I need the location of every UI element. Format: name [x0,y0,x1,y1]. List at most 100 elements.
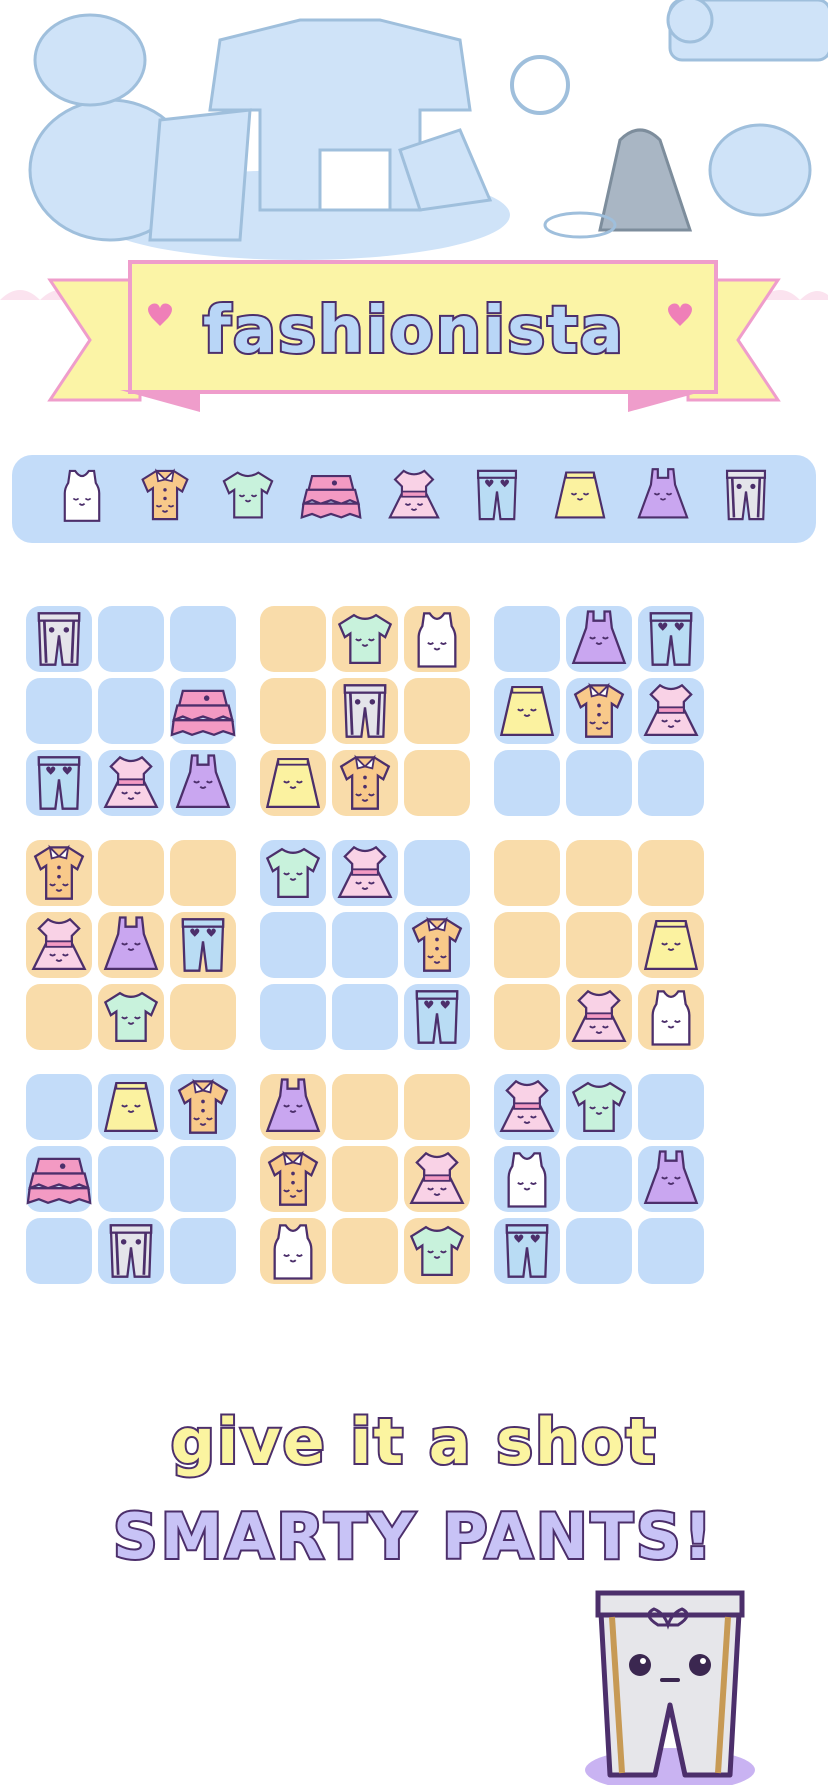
board-cell-r6-c4[interactable] [260,984,326,1050]
board-cell-r6-c7[interactable] [494,984,560,1050]
game-title: fashionista [201,292,625,370]
board-cell-r3-c6[interactable] [404,750,470,816]
board-cell-r1-c2[interactable] [98,606,164,672]
board-cell-r8-c8[interactable] [566,1146,632,1212]
board-cell-r7-c5[interactable] [332,1074,398,1140]
palette-piece-yellow-skirt[interactable] [549,464,611,534]
board-cell-r3-c5[interactable] [332,750,398,816]
board-cell-r2-c8[interactable] [566,678,632,744]
board-cell-r2-c1[interactable] [26,678,92,744]
board-cell-r2-c9[interactable] [638,678,704,744]
board-cell-r7-c3[interactable] [170,1074,236,1140]
board-cell-r2-c4[interactable] [260,678,326,744]
white-tank-top-icon [63,469,100,522]
board-cell-r6-c8[interactable] [566,984,632,1050]
board-cell-r8-c3[interactable] [170,1146,236,1212]
board-cell-r1-c7[interactable] [494,606,560,672]
yellow-skirt-icon [554,471,606,519]
board-cell-r7-c6[interactable] [404,1074,470,1140]
board-cell-r6-c5[interactable] [332,984,398,1050]
board-cell-r1-c9[interactable] [638,606,704,672]
board-cell-r2-c2[interactable] [98,678,164,744]
board-cell-r3-c9[interactable] [638,750,704,816]
board-cell-r4-c2[interactable] [98,840,164,906]
board-cell-r3-c7[interactable] [494,750,560,816]
board-cell-r5-c5[interactable] [332,912,398,978]
board-cell-r4-c9[interactable] [638,840,704,906]
board-cell-r8-c7[interactable] [494,1146,560,1212]
board-cell-r2-c6[interactable] [404,678,470,744]
palette-piece-mint-tshirt[interactable] [217,464,279,534]
board-cell-r8-c5[interactable] [332,1146,398,1212]
board-cell-r3-c8[interactable] [566,750,632,816]
board-cell-r4-c5[interactable] [332,840,398,906]
board-cell-r4-c3[interactable] [170,840,236,906]
board-cell-r6-c2[interactable] [98,984,164,1050]
board-cell-r1-c8[interactable] [566,606,632,672]
board-cell-r5-c2[interactable] [98,912,164,978]
orange-collar-shirt-icon [339,754,391,810]
game-board [26,606,804,1384]
board-cell-r1-c3[interactable] [170,606,236,672]
board-cell-r5-c1[interactable] [26,912,92,978]
board-cell-r3-c3[interactable] [170,750,236,816]
board-cell-r9-c7[interactable] [494,1218,560,1284]
board-cell-r6-c9[interactable] [638,984,704,1050]
board-cell-r5-c9[interactable] [638,912,704,978]
board-cell-r2-c7[interactable] [494,678,560,744]
board-cell-r1-c6[interactable] [404,606,470,672]
board-cell-r4-c8[interactable] [566,840,632,906]
board-cell-r3-c4[interactable] [260,750,326,816]
palette-piece-orange-collar-shirt[interactable] [134,464,196,534]
board-cell-r1-c5[interactable] [332,606,398,672]
board-cell-r8-c4[interactable] [260,1146,326,1212]
board-cell-r9-c6[interactable] [404,1218,470,1284]
board-cell-r7-c4[interactable] [260,1074,326,1140]
board-cell-r4-c1[interactable] [26,840,92,906]
board-cell-r8-c9[interactable] [638,1146,704,1212]
board-cell-r7-c9[interactable] [638,1074,704,1140]
board-cell-r5-c6[interactable] [404,912,470,978]
board-cell-r1-c1[interactable] [26,606,92,672]
mint-tshirt-icon [222,471,274,519]
board-cell-r9-c1[interactable] [26,1218,92,1284]
board-cell-r2-c3[interactable] [170,678,236,744]
palette-piece-pink-ruffle-skirt[interactable] [300,464,362,534]
board-cell-r3-c2[interactable] [98,750,164,816]
board-cell-r4-c7[interactable] [494,840,560,906]
board-cell-r5-c8[interactable] [566,912,632,978]
board-cell-r8-c2[interactable] [98,1146,164,1212]
pink-dress-icon [643,683,699,736]
board-cell-r4-c6[interactable] [404,840,470,906]
board-cell-r3-c1[interactable] [26,750,92,816]
board-cell-r6-c1[interactable] [26,984,92,1050]
board-cell-r9-c5[interactable] [332,1218,398,1284]
orange-collar-shirt-icon [411,916,463,972]
palette-piece-purple-dress[interactable] [632,464,694,534]
board-cell-r9-c9[interactable] [638,1218,704,1284]
board-cell-r7-c7[interactable] [494,1074,560,1140]
board-cell-r6-c6[interactable] [404,984,470,1050]
board-cell-r9-c8[interactable] [566,1218,632,1284]
purple-dress-icon [103,916,159,970]
board-cell-r9-c2[interactable] [98,1218,164,1284]
board-cell-r7-c2[interactable] [98,1074,164,1140]
board-cell-r9-c4[interactable] [260,1218,326,1284]
board-cell-r6-c3[interactable] [170,984,236,1050]
board-cell-r4-c4[interactable] [260,840,326,906]
board-cell-r5-c3[interactable] [170,912,236,978]
board-cell-r7-c8[interactable] [566,1074,632,1140]
palette-piece-gray-track-pants[interactable] [715,464,777,534]
pink-dress-icon [31,917,87,970]
board-cell-r8-c1[interactable] [26,1146,92,1212]
board-cell-r8-c6[interactable] [404,1146,470,1212]
palette-piece-pink-dress[interactable] [383,464,445,534]
board-cell-r2-c5[interactable] [332,678,398,744]
board-cell-r5-c7[interactable] [494,912,560,978]
board-cell-r1-c4[interactable] [260,606,326,672]
board-cell-r9-c3[interactable] [170,1218,236,1284]
palette-piece-white-tank-top[interactable] [51,464,113,534]
board-cell-r5-c4[interactable] [260,912,326,978]
palette-piece-blue-jeans[interactable] [466,464,528,534]
board-cell-r7-c1[interactable] [26,1074,92,1140]
